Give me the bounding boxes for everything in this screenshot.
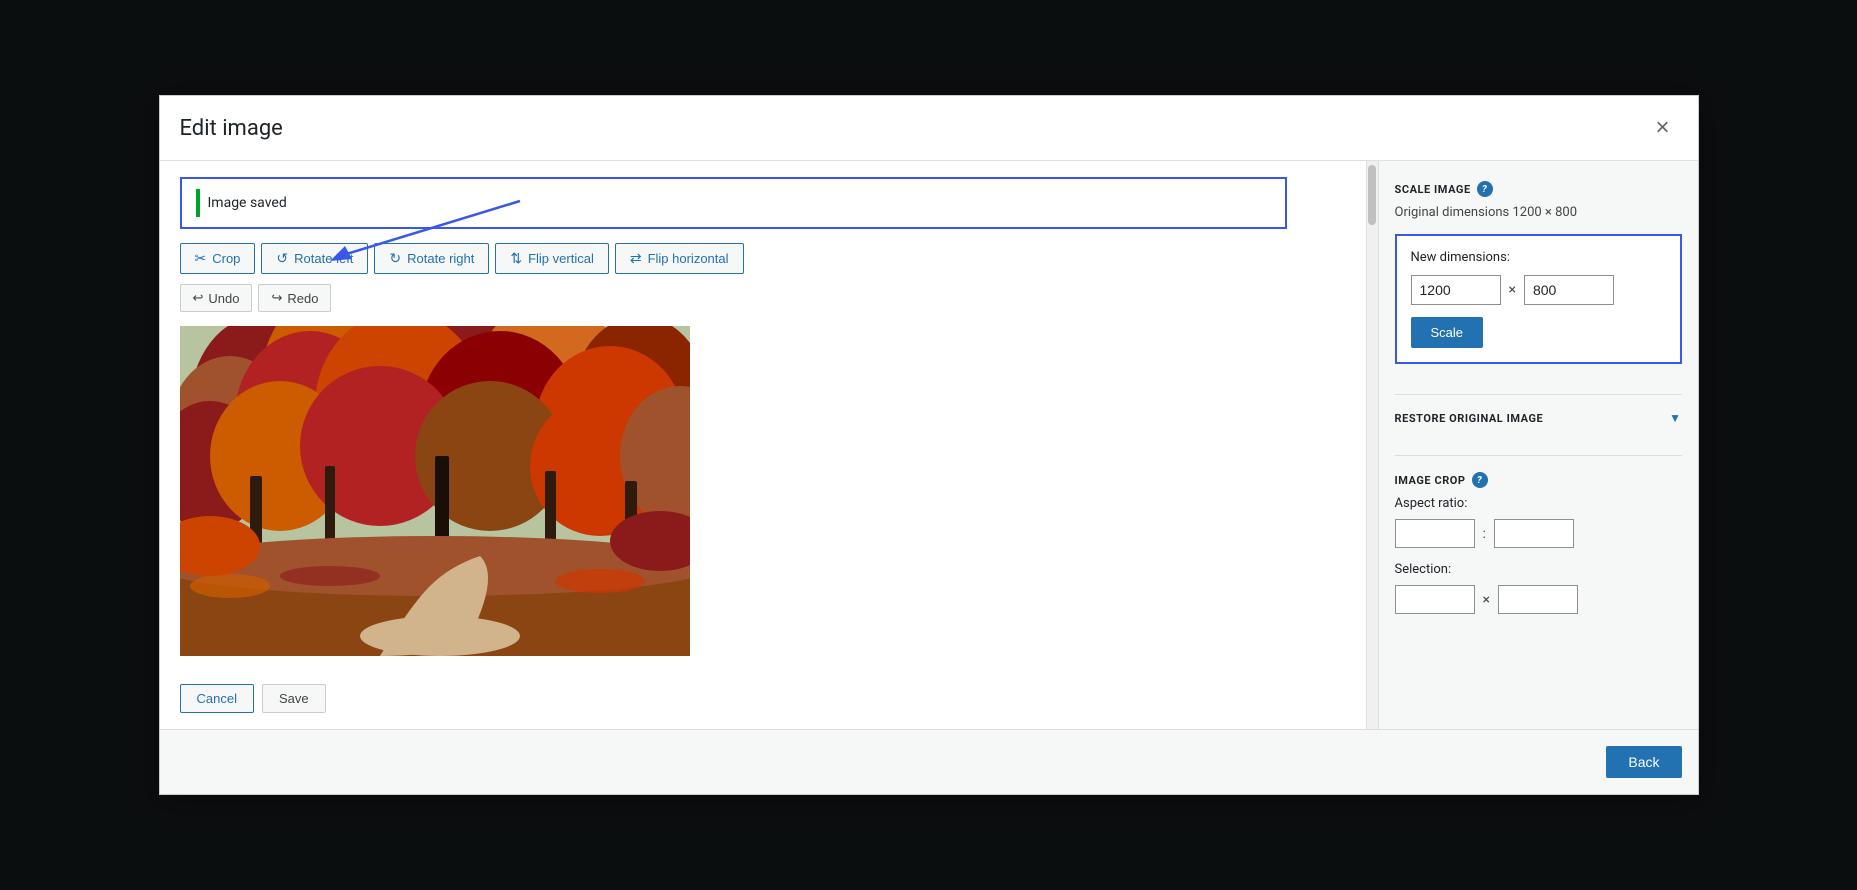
selection-separator: × (1483, 592, 1490, 608)
flip-horizontal-icon: ⇄ (630, 250, 642, 267)
edit-image-modal: Edit image × Image saved (159, 95, 1699, 795)
image-crop-section: IMAGE CROP ? Aspect ratio: : Selection: … (1395, 472, 1682, 628)
undo-button[interactable]: ↩ Undo (180, 284, 253, 312)
aspect-ratio-row: : (1395, 519, 1682, 548)
notice-text: Image saved (208, 195, 287, 211)
flip-vertical-icon: ⇅ (510, 250, 522, 267)
dimensions-separator: × (1509, 282, 1516, 298)
scrollbar[interactable] (1366, 161, 1378, 729)
image-crop-title: IMAGE CROP ? (1395, 472, 1682, 488)
editor-footer: Cancel Save (180, 684, 1346, 713)
modal-body: Image saved ✂ Crop ↺ Rotate left (160, 161, 1698, 729)
scroll-thumb[interactable] (1368, 165, 1376, 225)
selection-row: × (1395, 585, 1682, 614)
aspect-ratio-separator: : (1483, 526, 1486, 542)
toolbar: ✂ Crop ↺ Rotate left ↻ Rotate right ⇅ (180, 243, 1346, 274)
divider-2 (1395, 455, 1682, 456)
dimensions-row: × (1411, 275, 1666, 305)
image-container (180, 326, 1346, 656)
selection-y-input[interactable] (1498, 585, 1578, 614)
rotate-left-icon: ↺ (276, 250, 288, 267)
flip-horizontal-button[interactable]: ⇄ Flip horizontal (615, 243, 744, 274)
width-input[interactable] (1411, 275, 1501, 305)
preview-image (180, 326, 690, 656)
back-button[interactable]: Back (1606, 746, 1681, 778)
modal-title: Edit image (180, 116, 283, 141)
undo-icon: ↩ (193, 290, 204, 306)
flip-vertical-button[interactable]: ⇅ Flip vertical (495, 243, 608, 274)
cancel-button[interactable]: Cancel (180, 684, 254, 713)
crop-button[interactable]: ✂ Crop (180, 243, 256, 274)
restore-title[interactable]: RESTORE ORIGINAL IMAGE ▼ (1395, 411, 1682, 425)
new-dimensions-label: New dimensions: (1411, 250, 1666, 265)
scale-image-title: SCALE IMAGE ? (1395, 181, 1682, 197)
redo-label: Redo (287, 291, 318, 306)
editor-area: Image saved ✂ Crop ↺ Rotate left (160, 161, 1366, 729)
scale-button[interactable]: Scale (1411, 317, 1484, 348)
crop-icon: ✂ (195, 250, 207, 267)
original-dimensions: Original dimensions 1200 × 800 (1395, 205, 1682, 220)
scale-help-icon[interactable]: ? (1477, 181, 1493, 197)
crop-help-icon[interactable]: ? (1472, 472, 1488, 488)
redo-button[interactable]: ↪ Redo (258, 284, 331, 312)
right-panel: SCALE IMAGE ? Original dimensions 1200 ×… (1378, 161, 1698, 729)
selection-label: Selection: (1395, 562, 1682, 577)
restore-original-section: RESTORE ORIGINAL IMAGE ▼ (1395, 411, 1682, 425)
redo-icon: ↪ (271, 290, 282, 306)
divider-1 (1395, 394, 1682, 395)
rotate-right-label: Rotate right (407, 251, 474, 266)
rotate-right-icon: ↻ (389, 250, 401, 267)
editor-scroll-wrapper: Image saved ✂ Crop ↺ Rotate left (160, 161, 1378, 729)
restore-chevron-icon: ▼ (1669, 411, 1681, 425)
aspect-height-input[interactable] (1494, 519, 1574, 548)
rotate-left-button[interactable]: ↺ Rotate left (261, 243, 368, 274)
notice-bar: Image saved (180, 177, 1288, 229)
modal-overlay: Edit image × Image saved (0, 0, 1857, 890)
rotate-left-label: Rotate left (294, 251, 353, 266)
modal-close-button[interactable]: × (1647, 112, 1677, 144)
notice-indicator (196, 189, 200, 217)
aspect-width-input[interactable] (1395, 519, 1475, 548)
scale-box: New dimensions: × Scale (1395, 234, 1682, 364)
undo-label: Undo (208, 291, 239, 306)
selection-x-input[interactable] (1395, 585, 1475, 614)
crop-label: Crop (212, 251, 240, 266)
height-input[interactable] (1524, 275, 1614, 305)
flip-horizontal-label: Flip horizontal (648, 251, 729, 266)
flip-vertical-label: Flip vertical (528, 251, 594, 266)
secondary-toolbar: ↩ Undo ↪ Redo (180, 284, 1346, 312)
modal-header: Edit image × (160, 96, 1698, 161)
scale-image-section: SCALE IMAGE ? Original dimensions 1200 ×… (1395, 181, 1682, 384)
save-button[interactable]: Save (262, 684, 326, 713)
rotate-right-button[interactable]: ↻ Rotate right (374, 243, 489, 274)
back-button-container: Back (160, 729, 1698, 794)
aspect-ratio-label: Aspect ratio: (1395, 496, 1682, 511)
